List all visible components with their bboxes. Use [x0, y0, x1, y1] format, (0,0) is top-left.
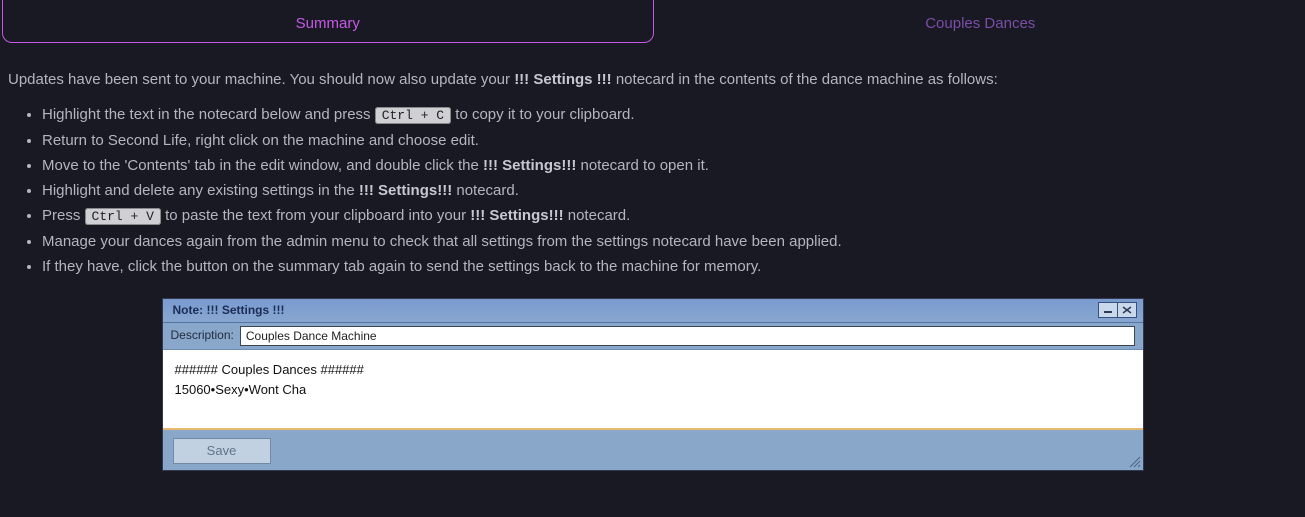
step-bold: !!! Settings!!! [470, 207, 563, 224]
tab-couples-dances[interactable]: Couples Dances [656, 0, 1305, 43]
resize-handle-icon[interactable] [1127, 454, 1141, 468]
tab-summary[interactable]: Summary [2, 0, 654, 43]
close-icon[interactable] [1117, 302, 1137, 318]
description-input[interactable]: Couples Dance Machine [240, 326, 1135, 346]
notecard-window: Note: !!! Settings !!! Description: Coup… [162, 298, 1144, 471]
notecard-description-row: Description: Couples Dance Machine [163, 323, 1143, 350]
intro-text: Updates have been sent to your machine. … [8, 68, 1297, 91]
window-controls [1099, 302, 1137, 318]
tab-bar: Summary Couples Dances [0, 0, 1305, 43]
intro-suffix: notecard in the contents of the dance ma… [612, 71, 998, 88]
instruction-item: Move to the 'Contents' tab in the edit w… [42, 154, 1297, 177]
instruction-item: Manage your dances again from the admin … [42, 230, 1297, 253]
instruction-item: Return to Second Life, right click on th… [42, 129, 1297, 152]
instruction-list: Highlight the text in the notecard below… [8, 103, 1297, 278]
description-label: Description: [171, 326, 234, 345]
notecard-body[interactable]: ###### Couples Dances ###### 15060•Sexy•… [163, 350, 1143, 430]
step-bold: !!! Settings!!! [359, 182, 452, 199]
minimize-icon[interactable] [1098, 302, 1118, 318]
main-content: Updates have been sent to your machine. … [0, 43, 1305, 501]
notecard-titlebar[interactable]: Note: !!! Settings !!! [163, 299, 1143, 323]
kbd-paste: Ctrl + V [85, 208, 161, 225]
step-text: Highlight and delete any existing settin… [42, 182, 359, 199]
instruction-item: If they have, click the button on the su… [42, 255, 1297, 278]
kbd-copy: Ctrl + C [375, 107, 451, 124]
instruction-item: Highlight the text in the notecard below… [42, 103, 1297, 126]
step-text: notecard to open it. [576, 157, 709, 174]
notecard-title: Note: !!! Settings !!! [173, 301, 285, 320]
instruction-item: Highlight and delete any existing settin… [42, 179, 1297, 202]
step-text: notecard. [564, 207, 631, 224]
step-text: to paste the text from your clipboard in… [161, 207, 470, 224]
intro-prefix: Updates have been sent to your machine. … [8, 71, 514, 88]
step-text: to copy it to your clipboard. [451, 106, 634, 123]
step-text: Move to the 'Contents' tab in the edit w… [42, 157, 483, 174]
notecard-footer: Save [163, 430, 1143, 470]
step-text: Highlight the text in the notecard below… [42, 106, 375, 123]
step-text: Press [42, 207, 85, 224]
step-bold: !!! Settings!!! [483, 157, 576, 174]
save-button[interactable]: Save [173, 438, 271, 464]
intro-settings-bold: !!! Settings !!! [514, 71, 611, 88]
step-text: notecard. [452, 182, 519, 199]
instruction-item: Press Ctrl + V to paste the text from yo… [42, 204, 1297, 227]
